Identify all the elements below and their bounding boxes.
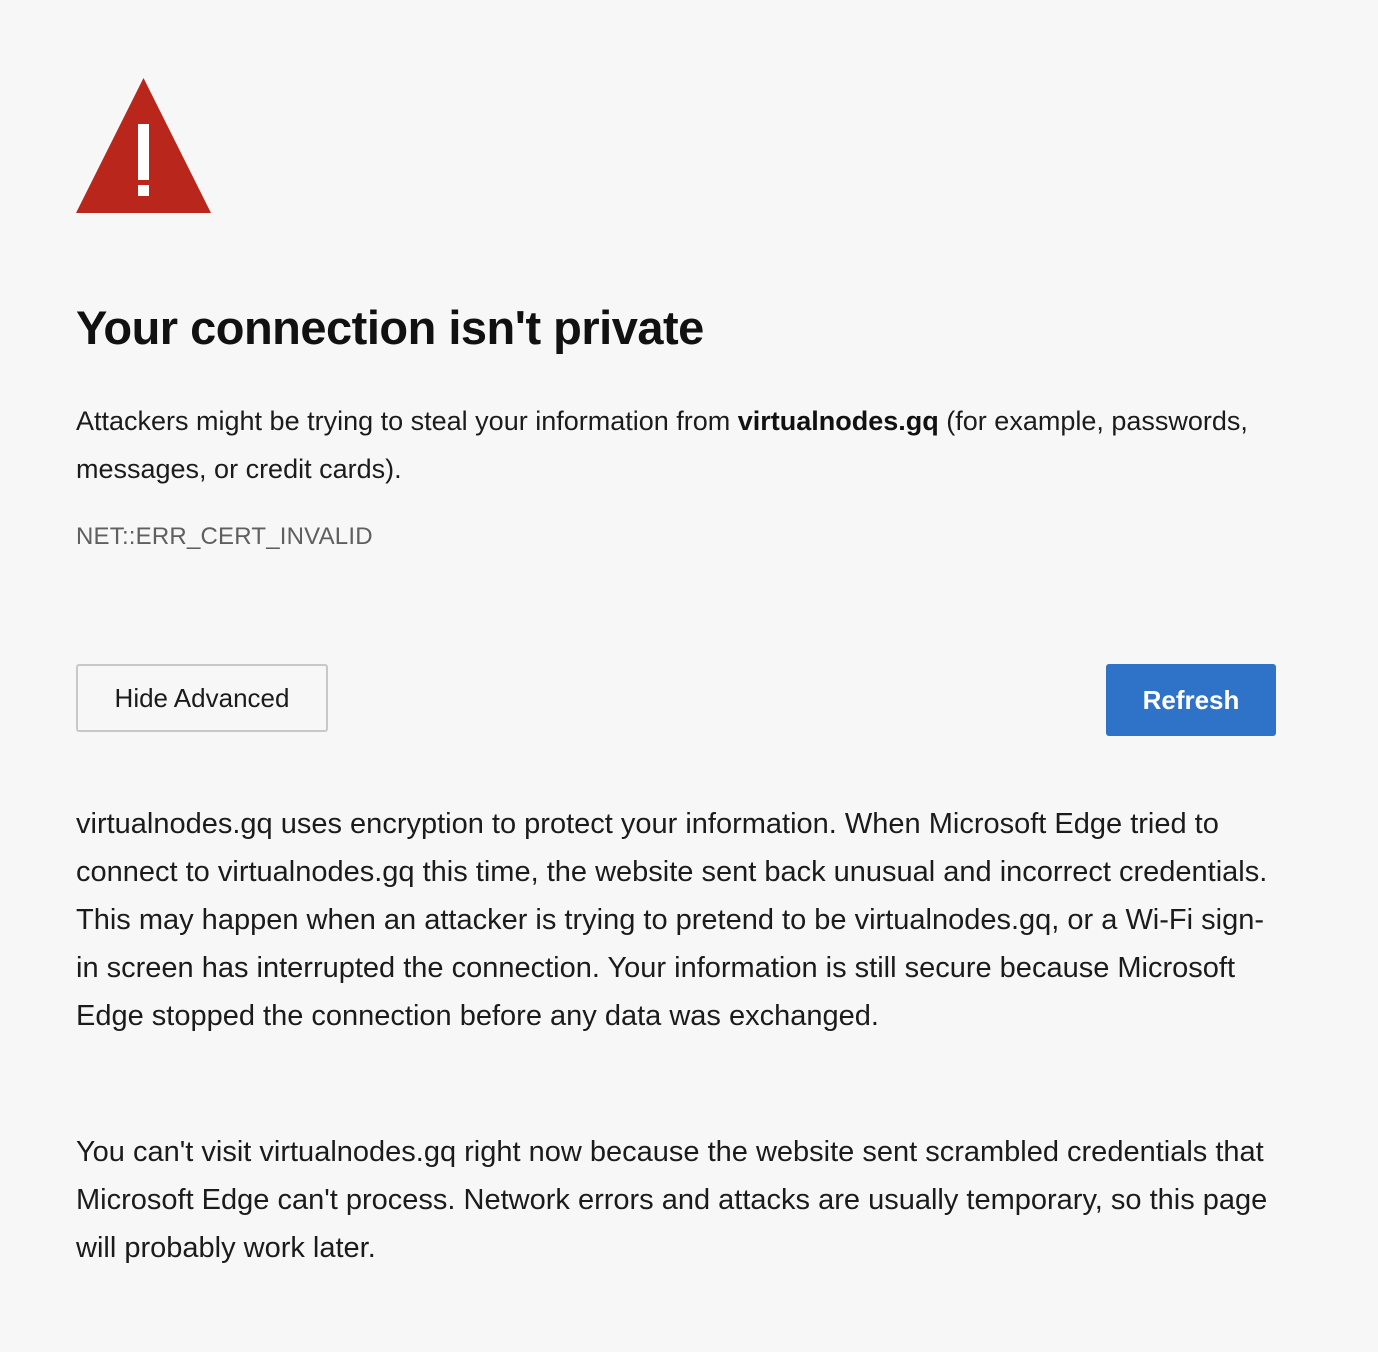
hide-advanced-button[interactable]: Hide Advanced bbox=[76, 664, 328, 732]
intro-text: Attackers might be trying to steal your … bbox=[76, 397, 1276, 493]
details-paragraph-1: virtualnodes.gq uses encryption to prote… bbox=[76, 808, 1268, 1032]
intro-domain: virtualnodes.gq bbox=[737, 406, 939, 436]
warning-triangle-icon bbox=[76, 78, 211, 213]
intro-text-before: Attackers might be trying to steal your … bbox=[76, 406, 738, 436]
error-code: NET::ERR_CERT_INVALID bbox=[76, 523, 373, 550]
page-title: Your connection isn't private bbox=[76, 301, 704, 354]
refresh-button[interactable]: Refresh bbox=[1106, 664, 1276, 736]
details-paragraph-2: You can't visit virtualnodes.gq right no… bbox=[76, 1136, 1268, 1264]
